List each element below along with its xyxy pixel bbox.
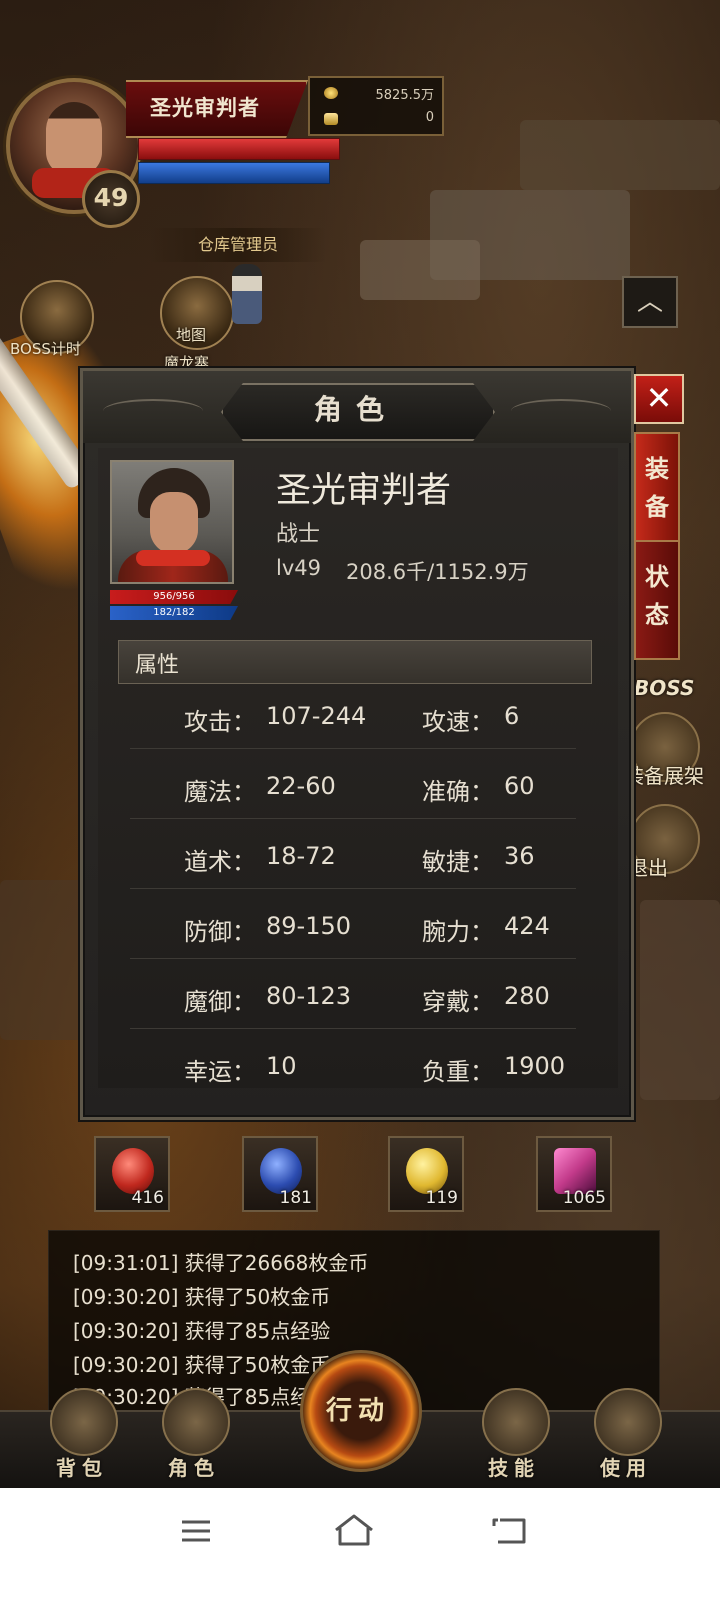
attr-value: 1900 [504, 1052, 566, 1080]
log-line: [09:30:20] 获得了50枚金币 [73, 1353, 331, 1377]
menu-icon [182, 1520, 210, 1542]
quick-slot-sun-water[interactable]: 119 [388, 1136, 464, 1212]
attr-value: 18-72 [266, 842, 336, 870]
attr-value: 6 [504, 702, 520, 730]
quick-slot-scroll-chest[interactable]: 1065 [536, 1136, 612, 1212]
use-label: 使用 [600, 1456, 652, 1480]
player-hp-bar [138, 138, 340, 160]
attribute-row: 攻击： 107-244 攻速： 6 [130, 688, 576, 749]
attributes-header: 属性 [118, 640, 592, 684]
character-mp-bar: 182/182 [110, 606, 238, 620]
log-line: [09:30:20] 获得了85点经验 [73, 1319, 331, 1343]
npc-warehouse-keeper[interactable] [232, 264, 262, 324]
character-hp-bar: 956/956 [110, 590, 238, 604]
exit-label: 退出 [628, 856, 668, 880]
bag-button[interactable]: 背包 [44, 1388, 120, 1484]
tab-status[interactable]: 状 态 [634, 540, 680, 660]
skills-button[interactable]: 技能 [476, 1388, 552, 1484]
attr-value: 36 [504, 842, 535, 870]
tab-equipment[interactable]: 装 备 [634, 432, 680, 552]
skills-label: 技能 [488, 1456, 540, 1480]
warehouse-manager-button[interactable]: 仓库管理员 [150, 228, 326, 262]
back-icon [492, 1518, 526, 1544]
attr-label: 腕力： [422, 918, 494, 946]
currency-panel: 5825.5万 0 [308, 76, 444, 136]
boss-menu-label[interactable]: BOSS [634, 676, 694, 700]
panel-header: 角色 [83, 371, 631, 443]
attribute-row: 幸运： 10 负重： 1900 [130, 1038, 576, 1098]
attr-label: 道术： [184, 848, 256, 876]
attribute-row: 魔法： 22-60 准确： 60 [130, 758, 576, 819]
skill-book-icon [482, 1388, 550, 1456]
attr-label: 防御： [184, 918, 256, 946]
attr-label: 敏捷： [422, 848, 494, 876]
item-count: 1065 [562, 1188, 606, 1208]
gold-row: 5825.5万 [324, 84, 434, 104]
attr-value: 424 [504, 912, 550, 940]
attr-label: 攻速： [422, 708, 494, 736]
attr-label: 魔御： [184, 988, 256, 1016]
attr-label: 魔法： [184, 778, 256, 806]
close-icon: ✕ [645, 379, 673, 417]
player-mp-bar [138, 162, 330, 184]
attr-label: 准确： [422, 778, 494, 806]
character-label: 角色 [168, 1456, 220, 1480]
gold-coin-icon [324, 87, 338, 99]
home-button[interactable] [324, 1506, 384, 1556]
action-label: 行动 [325, 1396, 390, 1426]
character-exp: 208.6千/1152.9万 [346, 560, 529, 584]
attr-value: 80-123 [266, 982, 352, 1010]
player-name: 圣光审判者 [150, 96, 260, 120]
collapse-up-button[interactable]: ︿ [622, 276, 678, 328]
attr-value: 10 [266, 1052, 297, 1080]
attribute-row: 魔御： 80-123 穿戴： 280 [130, 968, 576, 1029]
player-level-badge: 49 [82, 170, 140, 228]
attr-value: 89-150 [266, 912, 352, 940]
gold-ingot-icon [324, 113, 338, 125]
map-label: 地图 [176, 326, 207, 344]
attr-value: 280 [504, 982, 550, 1010]
bag-icon [50, 1388, 118, 1456]
quick-slot-blue-potion[interactable]: 181 [242, 1136, 318, 1212]
use-item-icon [594, 1388, 662, 1456]
attr-label: 幸运： [184, 1058, 256, 1086]
attribute-row: 道术： 18-72 敏捷： 36 [130, 828, 576, 889]
attributes-title: 属性 [135, 653, 180, 678]
attr-label: 负重： [422, 1058, 494, 1086]
header-ornament-right [511, 399, 611, 423]
attr-value: 60 [504, 772, 535, 800]
ingot-row: 0 [324, 110, 434, 130]
character-class: 战士 [276, 522, 321, 547]
bag-label: 背包 [56, 1456, 108, 1480]
attr-value: 22-60 [266, 772, 336, 800]
equip-show-label: 装备展架 [624, 764, 704, 788]
attr-label: 攻击： [184, 708, 256, 736]
item-count: 119 [425, 1188, 458, 1208]
attr-label: 穿戴： [422, 988, 494, 1016]
item-count: 181 [279, 1188, 312, 1208]
back-button[interactable] [480, 1506, 540, 1556]
log-line: [09:31:01] 获得了26668枚金币 [73, 1251, 369, 1275]
use-button[interactable]: 使用 [588, 1388, 664, 1484]
gold-amount: 5825.5万 [375, 88, 435, 103]
chevron-up-icon: ︿ [636, 287, 663, 317]
helmet-icon [162, 1388, 230, 1456]
quick-slot-red-potion[interactable]: 416 [94, 1136, 170, 1212]
character-button[interactable]: 角色 [156, 1388, 232, 1484]
character-level: lv49 [276, 556, 321, 580]
home-icon [335, 1514, 373, 1546]
character-name: 圣光审判者 [276, 471, 452, 511]
attr-value: 107-244 [266, 702, 367, 730]
header-ornament-left [103, 399, 203, 423]
log-line: [09:30:20] 获得了50枚金币 [73, 1285, 331, 1309]
boss-timer-label: BOSS计时 [10, 340, 81, 358]
menu-button[interactable] [166, 1506, 226, 1556]
ingot-amount: 0 [425, 110, 434, 125]
panel-title: 角色 [313, 393, 398, 426]
item-count: 416 [131, 1188, 164, 1208]
attribute-row: 防御： 89-150 腕力： 424 [130, 898, 576, 959]
character-portrait [110, 460, 234, 584]
close-button[interactable]: ✕ [634, 374, 684, 424]
